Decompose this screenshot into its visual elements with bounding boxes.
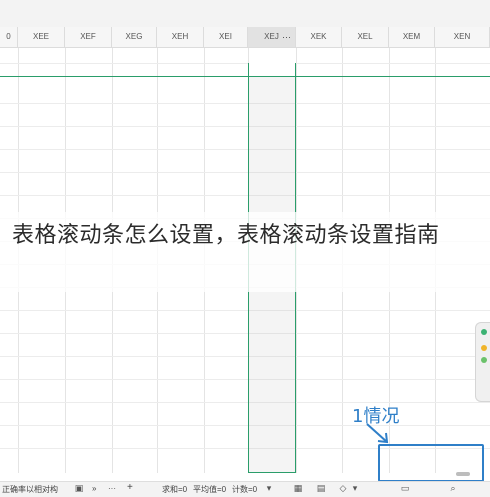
column-header[interactable]: XEF [65,27,112,47]
column-header-label: XEI [219,32,232,41]
grid-line [0,425,490,426]
zoom-icon[interactable]: ⌕ [448,483,458,493]
grid-line [0,149,490,150]
chevron-double-right-icon[interactable]: » [92,484,96,493]
sheet-icon[interactable]: ▣ [74,483,84,493]
status-bar: 正确率以相对构 ▣ » ··· + 求和=0 平均值=0 计数=0 ▾ ▦ ▤ … [0,481,490,497]
add-sheet-icon[interactable]: + [127,482,133,493]
dropdown-icon[interactable]: ▾ [350,483,360,493]
column-header-label: XEJ [264,32,279,41]
column-header-label: XEN [453,32,471,41]
panel-status-icon [481,357,487,363]
grid-line [0,402,490,403]
column-header-label: XEH [171,32,189,41]
column-header-label: 0 [6,32,11,41]
column-header-label: XEG [125,32,143,41]
column-header-selected[interactable]: XEJ ··· [248,27,296,47]
column-more-icon[interactable]: ··· [282,27,291,47]
annotation-arrow-icon [366,423,389,444]
dropdown-icon[interactable]: ▾ [264,483,274,493]
column-header-label: XEE [32,32,49,41]
column-header-row: 0 XEE XEF XEG XEH XEI XEJ ··· XEK XEL XE… [0,27,490,48]
column-header[interactable]: XEE [18,27,65,47]
status-average: 平均值=0 [193,485,227,494]
view-layout-icon[interactable]: ▭ [400,483,410,493]
status-sum: 求和=0 [162,485,188,494]
grid-line [0,333,490,334]
overlay-title: 表格滚动条怎么设置，表格滚动条设置指南 [12,223,440,248]
grid-line [0,310,490,311]
selected-column-top [248,63,296,77]
grid-line [0,356,490,357]
column-header-label: XEM [402,32,421,41]
panel-status-icon [481,329,487,335]
column-header[interactable]: XEK [296,27,342,47]
more-icon[interactable]: ··· [108,484,116,493]
column-header[interactable]: XEH [157,27,204,47]
column-header[interactable]: XEM [389,27,435,47]
grid-line [0,172,490,173]
paint-icon[interactable]: ◇ [338,483,348,493]
column-header[interactable]: XEN [435,27,490,47]
column-header-label: XEF [80,32,96,41]
panel-status-icon [481,345,487,351]
grid-line [0,126,490,127]
view-page-icon[interactable]: ▤ [316,483,326,493]
grid-line [0,195,490,196]
side-floating-panel[interactable] [475,322,490,402]
view-normal-icon[interactable]: ▦ [293,483,303,493]
selected-row-line [0,76,490,77]
status-count: 计数=0 [232,485,258,494]
column-header[interactable]: XEI [204,27,248,47]
grid-line [0,103,490,104]
column-header-label: XEK [310,32,327,41]
column-header[interactable]: XEL [342,27,389,47]
status-left-text: 正确率以相对构 [2,485,58,494]
column-header[interactable]: 0 [0,27,18,47]
scrollbar-thumb[interactable] [456,472,470,476]
horizontal-scrollbar[interactable] [380,471,480,477]
column-header[interactable]: XEG [112,27,157,47]
column-header-label: XEL [357,32,373,41]
top-toolbar-strip [0,0,490,28]
grid-line [0,379,490,380]
grid-line [0,63,490,64]
